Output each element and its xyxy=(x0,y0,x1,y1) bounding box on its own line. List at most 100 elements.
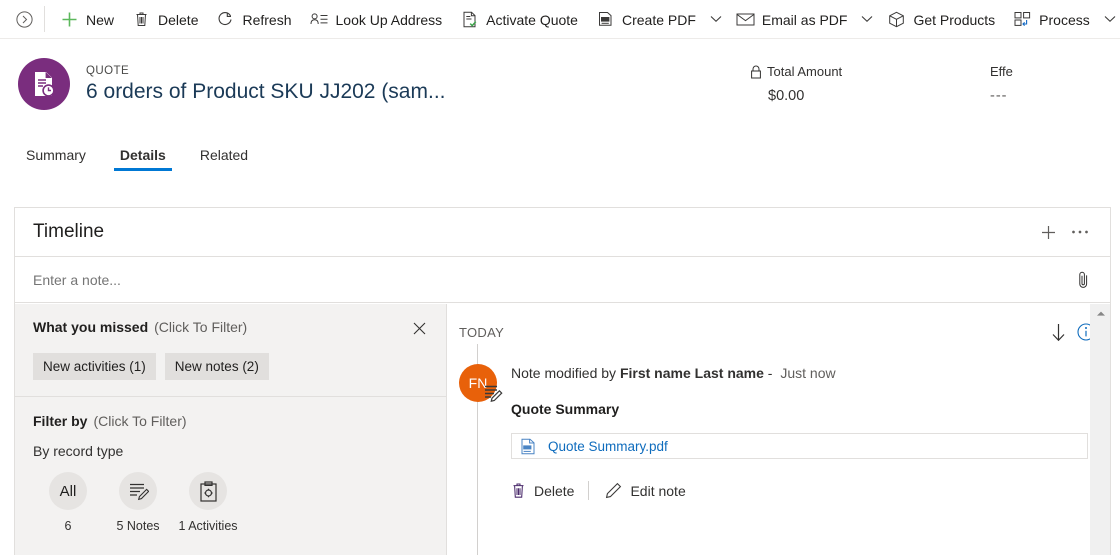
get-products-button[interactable]: Get Products xyxy=(878,3,1004,35)
process-button[interactable]: Process xyxy=(1004,3,1099,35)
activities-icon xyxy=(189,472,227,510)
entry-prefix: Note modified by xyxy=(511,365,620,381)
look-up-address-label: Look Up Address xyxy=(335,12,443,28)
filter-by-title: Filter by xyxy=(33,413,88,429)
close-icon[interactable] xyxy=(410,319,428,337)
lookup-address-icon xyxy=(310,10,329,29)
delete-label: Delete xyxy=(158,12,199,28)
tab-summary[interactable]: Summary xyxy=(20,147,92,171)
process-icon xyxy=(1013,10,1032,29)
activate-quote-button[interactable]: Activate Quote xyxy=(451,3,587,35)
look-up-address-button[interactable]: Look Up Address xyxy=(301,3,452,35)
refresh-label: Refresh xyxy=(242,12,292,28)
trash-icon xyxy=(511,482,526,499)
header-field-total-amount: Total Amount $0.00 xyxy=(750,64,990,104)
trash-icon xyxy=(132,10,151,29)
timeline-more-ellipsis-icon[interactable] xyxy=(1064,216,1096,248)
command-bar: New Delete Refresh Look Up Address Activ… xyxy=(0,0,1120,39)
what-you-missed-subtitle: (Click To Filter) xyxy=(154,319,248,335)
record-type-notes[interactable]: 5 Notes xyxy=(103,472,173,533)
timeline-filter-pane: What you missed (Click To Filter) New ac… xyxy=(15,304,447,555)
note-edit-icon xyxy=(481,381,505,405)
create-pdf-icon xyxy=(596,10,615,29)
tab-details[interactable]: Details xyxy=(113,147,172,171)
page-title: 6 orders of Product SKU JJ202 (sam... xyxy=(86,79,446,103)
timeline-add-icon[interactable] xyxy=(1032,216,1064,248)
entry-delete-label: Delete xyxy=(534,482,575,499)
new-label: New xyxy=(86,12,115,28)
chip-new-activities[interactable]: New activities (1) xyxy=(33,353,156,380)
process-chevron-down-icon[interactable] xyxy=(1099,3,1120,35)
plus-icon xyxy=(60,10,79,29)
scroll-up-caret-icon[interactable] xyxy=(1091,304,1110,322)
pdf-icon xyxy=(520,438,540,455)
create-pdf-button[interactable]: Create PDF xyxy=(587,3,705,35)
timeline-feed: TODAY FN Note modified by First name Las… xyxy=(447,304,1110,555)
email-as-pdf-button[interactable]: Email as PDF xyxy=(727,3,857,35)
total-amount-value: $0.00 xyxy=(768,88,805,104)
refresh-icon xyxy=(216,10,235,29)
what-you-missed-title: What you missed xyxy=(33,319,149,335)
lock-icon xyxy=(750,65,762,79)
record-type-activities[interactable]: 1 Activities xyxy=(173,472,243,533)
quote-document-icon xyxy=(35,72,55,97)
timeline-title: Timeline xyxy=(33,221,105,242)
entry-actor: First name Last name xyxy=(619,365,764,381)
missed-chips: New activities (1) New notes (2) xyxy=(33,353,428,380)
filter-by-section: Filter by (Click To Filter) By record ty… xyxy=(15,397,446,533)
record-type-all[interactable]: All 6 xyxy=(33,472,103,533)
entry-edit-note-label: Edit note xyxy=(630,482,686,499)
entry-timestamp: Just now xyxy=(780,365,836,381)
record-type-all-count: 6 xyxy=(64,519,72,533)
total-amount-label: Total Amount xyxy=(767,64,843,79)
refresh-button[interactable]: Refresh xyxy=(207,3,300,35)
timeline-note-row xyxy=(15,257,1110,303)
entry-edit-note-button[interactable]: Edit note xyxy=(605,482,686,499)
tab-bar: Summary Details Related xyxy=(0,129,1120,171)
entity-type-label: QUOTE xyxy=(86,64,130,77)
timeline-scrollbar[interactable] xyxy=(1090,304,1110,555)
record-header: QUOTE 6 orders of Product SKU JJ202 (sam… xyxy=(0,39,1120,129)
email-as-pdf-chevron-down-icon[interactable] xyxy=(856,3,878,35)
tab-related[interactable]: Related xyxy=(194,147,254,171)
quote-avatar xyxy=(18,58,70,110)
timeline-card: Timeline What you missed (Click To Filte… xyxy=(14,207,1111,555)
timeline-entry: FN Note modified by First name Last name… xyxy=(447,346,1110,500)
action-divider xyxy=(588,481,590,500)
attachment-link[interactable]: Quote Summary.pdf xyxy=(548,439,668,454)
timeline-group-header: TODAY xyxy=(447,318,1110,346)
new-button[interactable]: New xyxy=(51,3,123,35)
create-pdf-chevron-down-icon[interactable] xyxy=(705,3,727,35)
entry-actions: Delete Edit note xyxy=(511,481,1088,500)
pencil-icon xyxy=(605,482,622,499)
process-label: Process xyxy=(1039,12,1090,28)
paperclip-icon[interactable] xyxy=(1070,266,1096,294)
expand-panel-icon[interactable] xyxy=(8,3,40,35)
entry-subject: Quote Summary xyxy=(511,401,620,417)
sort-down-icon[interactable] xyxy=(1044,318,1072,346)
product-box-icon xyxy=(887,10,906,29)
filter-group-label: By record type xyxy=(33,443,124,459)
all-label: All xyxy=(49,472,87,510)
email-icon xyxy=(736,10,755,29)
note-input[interactable] xyxy=(33,271,1070,288)
activate-quote-icon xyxy=(460,10,479,29)
record-type-activities-count: 1 Activities xyxy=(178,519,238,533)
timeline-body: What you missed (Click To Filter) New ac… xyxy=(15,304,1110,555)
header-field-effective: Effe --- xyxy=(990,64,1120,104)
record-type-notes-count: 5 Notes xyxy=(116,519,160,533)
entry-delete-button[interactable]: Delete xyxy=(511,482,574,499)
entry-attachment[interactable]: Quote Summary.pdf xyxy=(511,433,1088,459)
filter-by-subtitle: (Click To Filter) xyxy=(93,413,187,429)
delete-button[interactable]: Delete xyxy=(123,3,207,35)
email-as-pdf-label: Email as PDF xyxy=(761,12,848,28)
get-products-label: Get Products xyxy=(913,12,996,28)
entry-separator: - xyxy=(763,365,777,381)
record-type-filters: All 6 5 Notes 1 Activities xyxy=(33,472,428,533)
chip-new-notes[interactable]: New notes (2) xyxy=(164,353,269,380)
avatar xyxy=(18,58,70,110)
timeline-header: Timeline xyxy=(15,208,1110,257)
notes-icon xyxy=(119,472,157,510)
what-you-missed-section: What you missed (Click To Filter) New ac… xyxy=(15,304,446,397)
activate-quote-label: Activate Quote xyxy=(486,12,578,28)
